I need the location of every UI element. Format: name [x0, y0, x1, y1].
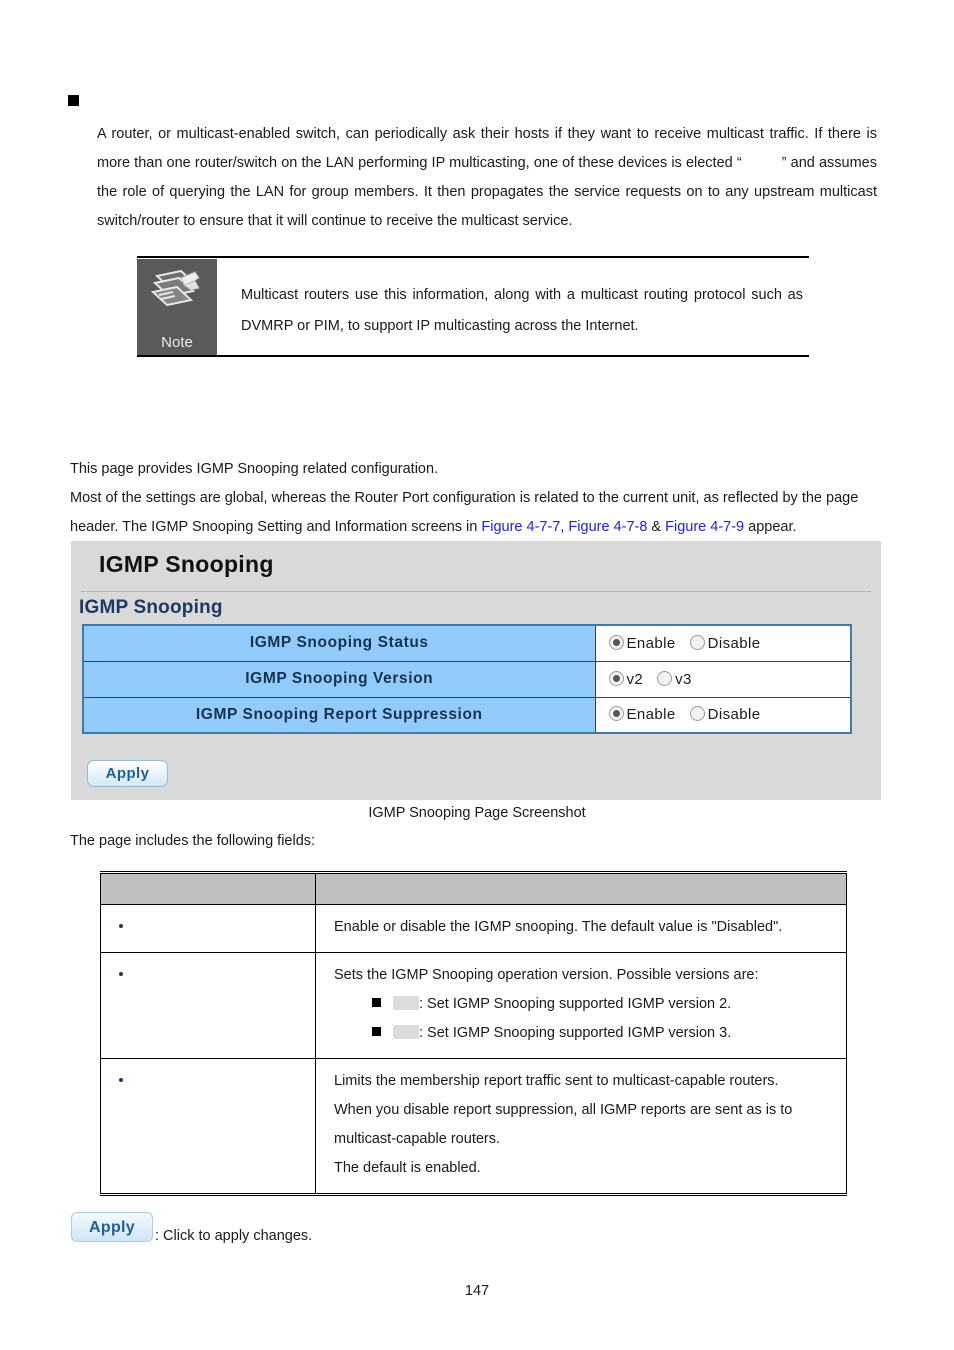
table-row: Enable or disable the IGMP snooping. The…: [100, 904, 847, 953]
radio-icon-suppression-disable[interactable]: [689, 706, 705, 722]
screenshot-divider: [81, 591, 871, 592]
row-label-igmp-snooping-version: IGMP Snooping Version: [82, 660, 596, 698]
radio-option-disable[interactable]: Disable: [689, 634, 761, 652]
screenshot-window-title: IGMP Snooping: [99, 551, 274, 577]
field-sub-item-text: : Set IGMP Snooping supported IGMP versi…: [419, 996, 732, 1012]
note-pen-document-icon: [151, 269, 200, 307]
field-name-cell: [100, 952, 316, 1059]
radio-option-v2[interactable]: v2: [608, 670, 644, 688]
page-description: This page provides IGMP Snooping related…: [70, 455, 880, 542]
table-row: IGMP Snooping Status Enable Disable: [82, 624, 852, 662]
dot-bullet-icon: [119, 972, 123, 976]
document-page: A router, or multicast-enabled switch, c…: [0, 0, 954, 1350]
field-name-cell: [100, 1058, 316, 1196]
field-description-text: Enable or disable the IGMP snooping. The…: [334, 919, 783, 935]
missing-value-placeholder: [393, 1025, 419, 1039]
dot-bullet-icon: [119, 1078, 123, 1082]
field-description-extra-line: The default is enabled.: [334, 1160, 481, 1176]
field-description-text: Sets the IGMP Snooping operation version…: [334, 967, 759, 983]
radio-label-v2: v2: [626, 670, 644, 688]
description-line-2: Most of the settings are global, whereas…: [70, 490, 859, 535]
field-description-cell: Sets the IGMP Snooping operation version…: [315, 952, 847, 1059]
square-bullet-icon: [372, 998, 381, 1007]
radio-option-enable[interactable]: Enable: [608, 634, 676, 652]
note-icon: Note: [137, 259, 217, 355]
row-value-igmp-snooping-version: v2 v3: [594, 660, 852, 698]
table-row: IGMP Snooping Report Suppression Enable D…: [82, 696, 852, 734]
field-sub-item: : Set IGMP Snooping supported IGMP versi…: [334, 990, 838, 1019]
radio-option-suppression-enable[interactable]: Enable: [608, 706, 676, 724]
page-number: 147: [464, 1283, 490, 1299]
paragraph-part-1: A router, or multicast-enabled switch, c…: [97, 126, 877, 171]
note-label: Note: [161, 334, 193, 351]
note-text: Multicast routers use this information, …: [241, 287, 803, 334]
figure-caption: IGMP Snooping Page Screenshot: [368, 805, 586, 821]
table-row: Limits the membership report traffic sen…: [100, 1058, 847, 1196]
intro-paragraph: A router, or multicast-enabled switch, c…: [97, 120, 877, 236]
apply-button[interactable]: Apply: [87, 760, 168, 787]
row-value-report-suppression: Enable Disable: [594, 696, 852, 734]
table-row: Sets the IGMP Snooping operation version…: [100, 952, 847, 1059]
field-description-text: Limits the membership report traffic sen…: [334, 1073, 779, 1089]
field-name-cell: [100, 904, 316, 953]
row-label-report-suppression: IGMP Snooping Report Suppression: [82, 696, 596, 734]
description-line-1: This page provides IGMP Snooping related…: [70, 461, 439, 477]
figure-link-4-7-7[interactable]: Figure 4-7-7: [481, 519, 560, 535]
radio-label-disable: Disable: [707, 634, 761, 652]
field-sub-item: : Set IGMP Snooping supported IGMP versi…: [334, 1019, 838, 1048]
radio-option-suppression-disable[interactable]: Disable: [689, 706, 761, 724]
radio-icon-suppression-enable[interactable]: [608, 706, 624, 722]
field-descriptions-table: Enable or disable the IGMP snooping. The…: [100, 871, 847, 1196]
field-description-extra-line: multicast-capable routers.: [334, 1131, 501, 1147]
radio-label-suppression-disable: Disable: [707, 706, 761, 724]
row-label-igmp-snooping-status: IGMP Snooping Status: [82, 624, 596, 662]
igmp-settings-table: IGMP Snooping Status Enable Disable IGMP …: [82, 624, 852, 734]
figure-link-4-7-8[interactable]: Figure 4-7-8: [568, 519, 647, 535]
note-bottom-rule: [137, 355, 809, 357]
header-description: [315, 871, 847, 905]
field-sub-item-text: : Set IGMP Snooping supported IGMP versi…: [419, 1025, 732, 1041]
radio-icon-disable[interactable]: [689, 634, 705, 650]
field-description-extra-line: When you disable report suppression, all…: [334, 1102, 793, 1118]
square-bullet-icon: [372, 1027, 381, 1036]
table-header-row: [100, 871, 847, 905]
header-object: [100, 871, 316, 905]
radio-label-suppression-enable: Enable: [626, 706, 676, 724]
missing-value-placeholder: [393, 996, 419, 1010]
radio-icon-enable[interactable]: [608, 634, 624, 650]
row-value-igmp-snooping-status: Enable Disable: [594, 624, 852, 662]
field-description-cell: Enable or disable the IGMP snooping. The…: [315, 904, 847, 953]
radio-option-v3[interactable]: v3: [657, 670, 692, 688]
radio-label-enable: Enable: [626, 634, 676, 652]
igmp-snooping-screenshot: IGMP Snooping IGMP Snooping IGMP Snoopin…: [71, 541, 881, 800]
apply-button-legend-icon[interactable]: Apply: [71, 1212, 153, 1242]
apply-legend-text: : Click to apply changes.: [155, 1228, 313, 1244]
field-description-cell: Limits the membership report traffic sen…: [315, 1058, 847, 1196]
screenshot-section-title: IGMP Snooping: [79, 597, 223, 618]
radio-label-v3: v3: [675, 670, 692, 688]
radio-icon-v2[interactable]: [608, 670, 624, 686]
radio-icon-v3[interactable]: [657, 670, 673, 686]
subsection-heading: [70, 400, 370, 420]
table-row: IGMP Snooping Version v2 v3: [82, 660, 852, 698]
fields-intro-text: The page includes the following fields:: [70, 833, 316, 849]
dot-bullet-icon: [119, 924, 123, 928]
square-bullet-icon: [68, 95, 79, 106]
note-callout: Note Multicast routers use this informat…: [137, 256, 809, 357]
figure-link-4-7-9[interactable]: Figure 4-7-9: [665, 519, 744, 535]
